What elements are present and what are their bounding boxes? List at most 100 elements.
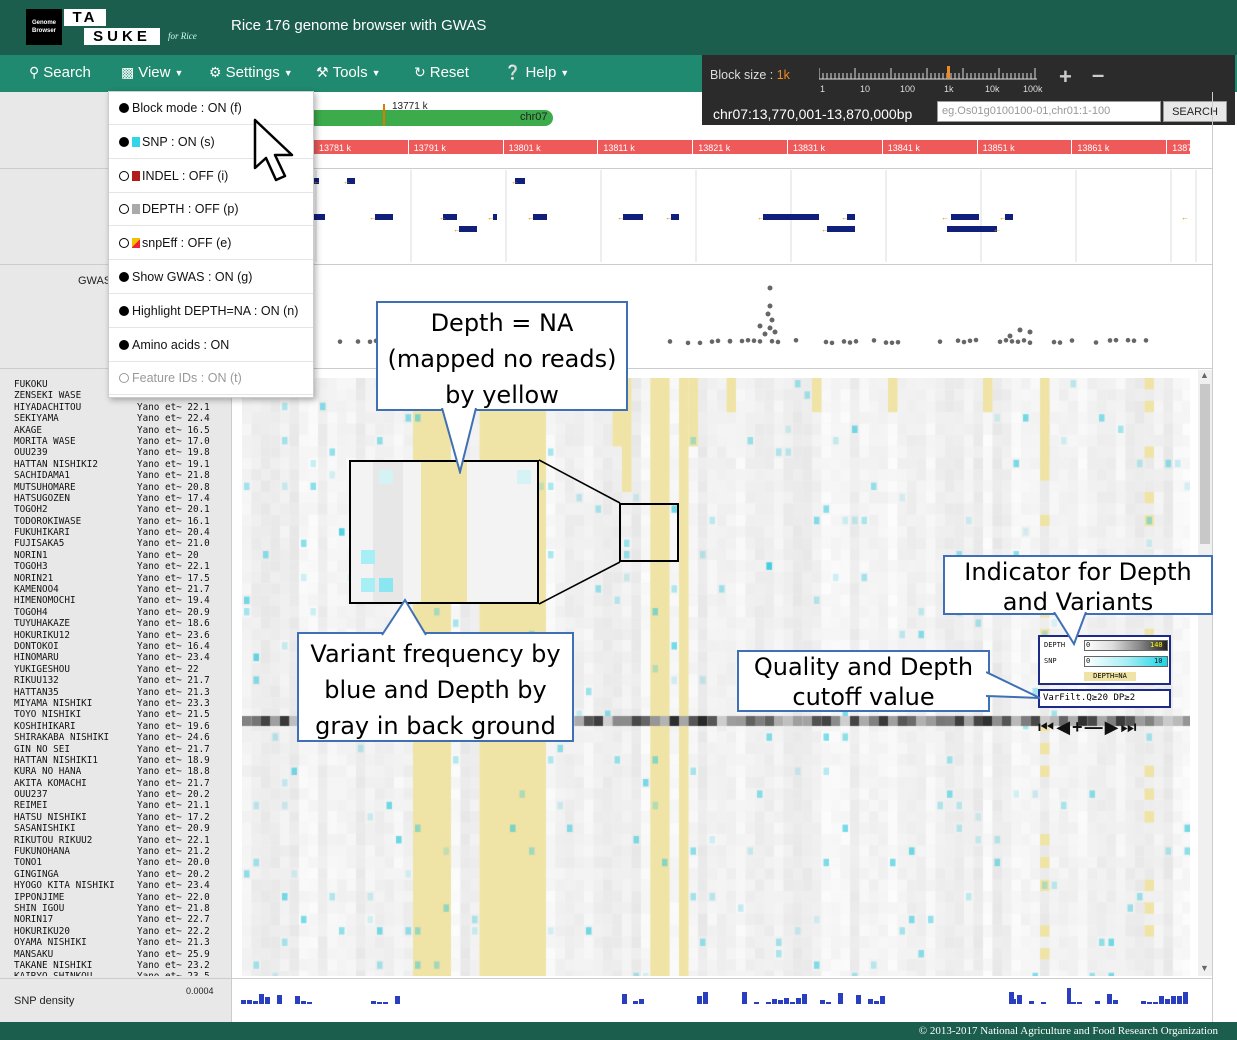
accession-row[interactable]: KAMENOO4 Yano et~ 21.7 bbox=[14, 584, 234, 595]
accession-info: Yano et~ 17.4 bbox=[137, 492, 210, 504]
accession-row[interactable]: TUYUHAKAZE Yano et~ 18.6 bbox=[14, 618, 234, 629]
nav-settings[interactable]: ⚙ Settings ▼ bbox=[209, 64, 293, 81]
bar-chart-icon: ▩ bbox=[121, 64, 135, 80]
scroll-down-icon[interactable]: ▼ bbox=[1200, 963, 1209, 973]
chromosome-position-label: 13771 k bbox=[392, 101, 428, 112]
accession-row[interactable]: SHIN IGOU Yano et~ 21.8 bbox=[14, 903, 234, 914]
step-right-icon[interactable]: ▶ bbox=[1105, 717, 1119, 738]
accession-row[interactable]: HOKURIKU20 Yano et~ 22.2 bbox=[14, 926, 234, 937]
accession-row[interactable]: RIKUTOU RIKUU2 Yano et~ 22.1 bbox=[14, 835, 234, 846]
indicator-snp-min: 0 bbox=[1086, 657, 1091, 665]
accession-row[interactable]: MIYAMA NISHIKI Yano et~ 23.3 bbox=[14, 698, 234, 709]
accession-row[interactable]: SACHIDAMA1 Yano et~ 21.8 bbox=[14, 470, 234, 481]
scale-thumb[interactable] bbox=[947, 66, 950, 79]
accession-row[interactable]: HINOMARU Yano et~ 23.4 bbox=[14, 652, 234, 663]
density-bar bbox=[1009, 992, 1014, 1004]
accession-row[interactable]: IPPONJIME Yano et~ 22.0 bbox=[14, 892, 234, 903]
accession-row[interactable]: TOGOH2 Yano et~ 20.1 bbox=[14, 504, 234, 515]
search-button[interactable]: SEARCH bbox=[1163, 101, 1227, 122]
density-bar bbox=[1183, 992, 1188, 1004]
accession-row[interactable]: TAKANE NISHIKI Yano et~ 23.2 bbox=[14, 960, 234, 971]
density-bar bbox=[1067, 988, 1071, 1004]
chromosome-bar[interactable] bbox=[300, 110, 553, 126]
accession-row[interactable]: TOGOH4 Yano et~ 20.9 bbox=[14, 607, 234, 618]
accession-row[interactable]: NORIN17 Yano et~ 22.7 bbox=[14, 914, 234, 925]
scroll-up-icon[interactable]: ▲ bbox=[1200, 370, 1209, 380]
snp-density-label: SNP density bbox=[14, 995, 75, 1007]
accession-info: Yano et~ 19.1 bbox=[137, 458, 210, 470]
accession-row[interactable]: REIMEI Yano et~ 21.1 bbox=[14, 800, 234, 811]
settings-item-label: snpEff : OFF (e) bbox=[142, 236, 232, 251]
accession-row[interactable]: AKAGE Yano et~ 16.5 bbox=[14, 425, 234, 436]
block-size-slider[interactable] bbox=[819, 66, 1037, 80]
accession-row[interactable]: OUU237 Yano et~ 20.2 bbox=[14, 789, 234, 800]
accession-row[interactable]: TODOROKIWASE Yano et~ 16.1 bbox=[14, 516, 234, 527]
chromosome-position-marker[interactable] bbox=[383, 104, 385, 126]
accession-row[interactable]: GIN NO SEI Yano et~ 21.7 bbox=[14, 744, 234, 755]
settings-item[interactable]: snpEff : OFF (e) bbox=[109, 227, 313, 261]
settings-item[interactable]: Highlight DEPTH=NA : ON (n) bbox=[109, 295, 313, 328]
accession-row[interactable]: TOGOH3 Yano et~ 22.1 bbox=[14, 561, 234, 572]
accession-row[interactable]: MANSAKU Yano et~ 25.9 bbox=[14, 949, 234, 960]
accession-row[interactable]: HATSUGOZEN Yano et~ 17.4 bbox=[14, 493, 234, 504]
accession-row[interactable]: MORITA WASE Yano et~ 17.0 bbox=[14, 436, 234, 447]
accession-name: HOKURIKU20 bbox=[14, 925, 70, 937]
zoom-in-icon[interactable]: + bbox=[1059, 64, 1072, 90]
step-left-icon[interactable]: ◀ bbox=[1056, 717, 1070, 738]
accession-row[interactable]: KAIRYO SHINKOUYano et~ 23.5 bbox=[14, 971, 234, 976]
zoom-in-icon[interactable]: + bbox=[1072, 717, 1083, 738]
accession-row[interactable]: AKITA KOMACHI Yano et~ 21.7 bbox=[14, 778, 234, 789]
heatmap-scroll-thumb[interactable] bbox=[1200, 384, 1210, 544]
accession-row[interactable]: KURA NO HANA Yano et~ 18.8 bbox=[14, 766, 234, 777]
settings-item[interactable]: Feature IDs : ON (t) bbox=[109, 362, 313, 396]
accession-row[interactable]: MUTSUHOMARE Yano et~ 20.8 bbox=[14, 482, 234, 493]
nav-help[interactable]: ❔ Help ▼ bbox=[504, 64, 569, 81]
accession-info: Yano et~ 18.8 bbox=[137, 766, 210, 778]
accession-row[interactable]: FUJISAKA5 Yano et~ 21.0 bbox=[14, 538, 234, 549]
settings-item[interactable]: Show GWAS : ON (g) bbox=[109, 261, 313, 294]
settings-item[interactable]: Amino acids : ON bbox=[109, 329, 313, 362]
accession-row[interactable]: HIYADACHITOU Yano et~ 22.1 bbox=[14, 402, 234, 413]
accession-row[interactable]: TOYO NISHIKI Yano et~ 21.5 bbox=[14, 709, 234, 720]
accession-row[interactable]: KOSHIHIKARI Yano et~ 19.6 bbox=[14, 721, 234, 732]
accession-row[interactable]: NORIN1 Yano et~ 20 bbox=[14, 550, 234, 561]
accession-row[interactable]: SHIRAKABA NISHIKI Yano et~ 24.6 bbox=[14, 732, 234, 743]
zoom-out-icon[interactable]: — bbox=[1085, 717, 1103, 738]
accession-row[interactable]: SASANISHIKI Yano et~ 20.9 bbox=[14, 823, 234, 834]
accession-row[interactable]: DONTOKOI Yano et~ 16.4 bbox=[14, 641, 234, 652]
density-bar bbox=[754, 1002, 759, 1004]
search-input[interactable]: eg.Os01g0100100-01,chr01:1-100 bbox=[937, 101, 1161, 122]
accession-row[interactable]: HIMENOMOCHI Yano et~ 19.4 bbox=[14, 595, 234, 606]
jump-left-icon[interactable]: ⏮ bbox=[1038, 717, 1054, 738]
nav-reset[interactable]: ↻ Reset bbox=[414, 64, 469, 81]
accession-row[interactable]: RIKUU132 Yano et~ 21.7 bbox=[14, 675, 234, 686]
filter-cutoff[interactable]: VarFilt.Q≥20 DP≥2 bbox=[1038, 689, 1171, 708]
accession-row[interactable]: HYOGO KITA NISHIKI Yano et~ 23.4 bbox=[14, 880, 234, 891]
nav-tools[interactable]: ⚒ Tools ▼ bbox=[316, 64, 381, 81]
settings-item[interactable]: DEPTH : OFF (p) bbox=[109, 193, 313, 227]
accession-info: Yano et~ 19.6 bbox=[137, 720, 210, 732]
tasuke-logo[interactable]: Genome Browser TA SUKE for Rice bbox=[26, 9, 197, 45]
zoom-out-icon[interactable]: – bbox=[1092, 62, 1104, 88]
accession-row[interactable]: HATTAN NISHIKI2 Yano et~ 19.1 bbox=[14, 459, 234, 470]
accession-row[interactable]: FUKUNOHANA Yano et~ 21.2 bbox=[14, 846, 234, 857]
nav-search[interactable]: ⚲ Search bbox=[29, 64, 91, 81]
accession-name: KAIRYO SHINKOU bbox=[14, 971, 137, 976]
accession-row[interactable]: YUKIGESHOU Yano et~ 22 bbox=[14, 664, 234, 675]
accession-row[interactable]: HOKURIKU12 Yano et~ 23.6 bbox=[14, 630, 234, 641]
accession-row[interactable]: FUKUHIKARI Yano et~ 20.4 bbox=[14, 527, 234, 538]
accession-row[interactable]: SEKIYAMA Yano et~ 22.4 bbox=[14, 413, 234, 424]
gene-track[interactable]: ← ← ← ← ← ← ← ← ← ← ← ← ← ← ← ← ← bbox=[311, 170, 1211, 262]
accession-row[interactable]: HATTAN35 Yano et~ 21.3 bbox=[14, 687, 234, 698]
accession-row[interactable]: NORIN21 Yano et~ 17.5 bbox=[14, 573, 234, 584]
nav-view[interactable]: ▩ View ▼ bbox=[121, 64, 183, 81]
accession-row[interactable]: OYAMA NISHIKI Yano et~ 21.3 bbox=[14, 937, 234, 948]
accession-row[interactable]: OUU239 Yano et~ 19.8 bbox=[14, 447, 234, 458]
accession-row[interactable]: TONO1 Yano et~ 20.0 bbox=[14, 857, 234, 868]
nav-tools-label: Tools bbox=[332, 64, 368, 81]
accession-row[interactable]: GINGINGA Yano et~ 20.2 bbox=[14, 869, 234, 880]
jump-right-icon[interactable]: ⏭ bbox=[1120, 717, 1136, 738]
accession-row[interactable]: HATSU NISHIKI Yano et~ 17.2 bbox=[14, 812, 234, 823]
density-bar bbox=[856, 995, 861, 1004]
accession-row[interactable]: HATTAN NISHIKI1 Yano et~ 18.9 bbox=[14, 755, 234, 766]
